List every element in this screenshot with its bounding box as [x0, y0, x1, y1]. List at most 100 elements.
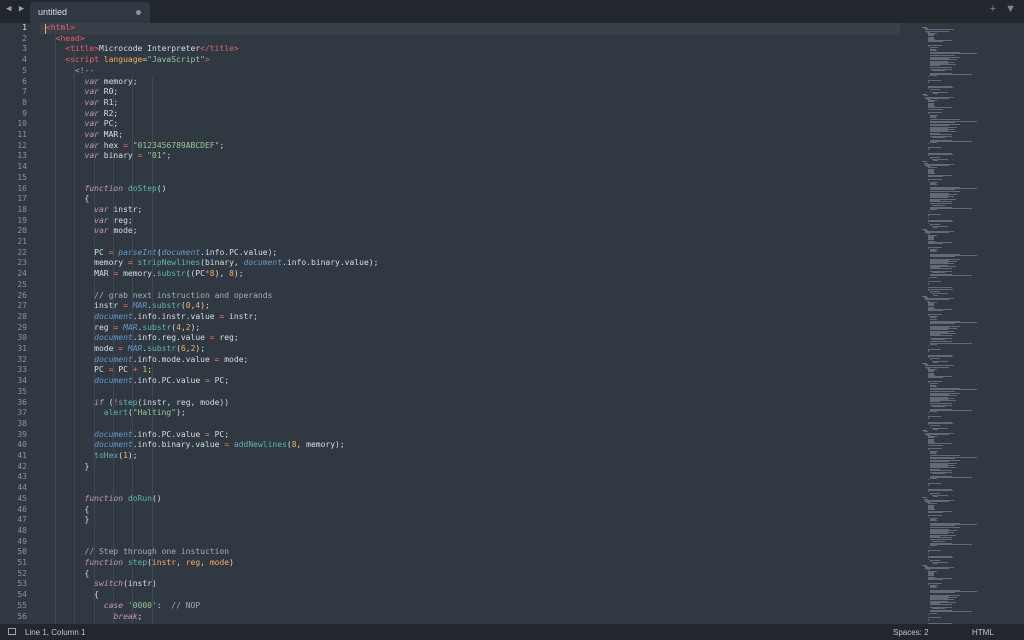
code-line[interactable]: } — [46, 515, 90, 526]
code-line[interactable]: switch(instr) — [46, 579, 157, 590]
code-line[interactable]: mode = MAR.substr(6,2); — [46, 344, 205, 355]
indentation-setting[interactable]: Spaces: 2 — [893, 628, 929, 637]
code-line[interactable]: document.info.reg.value = reg; — [46, 333, 239, 344]
line-number: 31 — [17, 344, 27, 353]
code-line[interactable]: if (!step(instr, reg, mode)) — [46, 398, 229, 409]
code-line[interactable]: function step(instr, reg, mode) — [46, 558, 234, 569]
minimap-line — [930, 268, 953, 270]
code-line[interactable]: { — [46, 505, 90, 516]
minimap-line — [928, 154, 954, 156]
code-line[interactable]: // grab next instruction and operands — [46, 291, 272, 302]
code-line[interactable]: document.info.PC.value = PC; — [46, 376, 229, 387]
minimap-line — [931, 70, 946, 72]
code-line[interactable]: break; — [46, 612, 142, 623]
code-line[interactable]: var R1; — [46, 98, 119, 109]
minimap-line — [930, 469, 953, 471]
code-line[interactable]: var hex = "0123456789ABCDEF"; — [46, 141, 225, 152]
code-line[interactable]: document.info.instr.value = instr; — [46, 312, 258, 323]
minimap-line — [930, 156, 941, 158]
syntax-selector[interactable]: HTML — [972, 628, 994, 637]
code-line[interactable]: alert("Halting"); — [46, 408, 186, 419]
tab-untitled[interactable]: untitled — [30, 2, 150, 23]
code-line[interactable]: <!-- — [46, 66, 94, 77]
minimap-line — [928, 377, 943, 379]
cursor-position[interactable]: Line 1, Column 1 — [25, 628, 85, 637]
line-number: 28 — [17, 311, 27, 321]
minimap-line — [928, 143, 930, 145]
code-line[interactable]: toHex(1); — [46, 451, 137, 462]
code-line[interactable]: document.info.mode.value = mode; — [46, 355, 248, 366]
minimap-line — [928, 283, 930, 285]
code-line[interactable]: instr = MAR.substr(0,4); — [46, 301, 210, 312]
code-line[interactable]: var binary = "01"; — [46, 151, 172, 162]
line-number: 5 — [22, 65, 27, 75]
minimap-line — [928, 617, 942, 619]
code-line[interactable]: <html> — [46, 23, 75, 34]
line-number: 37 — [17, 408, 27, 418]
minimap-line — [928, 511, 943, 513]
code-line[interactable]: document.info.binary.value = addNewlines… — [46, 440, 345, 451]
code-line[interactable]: var instr; — [46, 205, 142, 216]
code-line[interactable]: var MAR; — [46, 130, 124, 141]
code-line[interactable]: reg = MAR.substr(4,2); — [46, 323, 200, 334]
code-line[interactable]: <title>Microcode Interpreter</title> — [46, 44, 238, 55]
minimap-line — [928, 348, 942, 350]
line-number: 10 — [17, 119, 27, 129]
line-number: 47 — [17, 515, 27, 525]
code-line[interactable]: <script language="JavaScript"> — [46, 55, 210, 66]
code-line[interactable]: var reg; — [46, 216, 133, 227]
minimap-line — [933, 496, 938, 498]
minimap-line — [928, 479, 930, 481]
minimap-line — [933, 563, 938, 565]
code-editor[interactable]: <html> <head> <title>Microcode Interpret… — [46, 23, 906, 624]
code-line[interactable]: var R0; — [46, 87, 119, 98]
line-number: 21 — [17, 237, 27, 246]
line-number: 9 — [22, 108, 27, 118]
code-line[interactable]: var PC; — [46, 119, 119, 130]
tab-title: untitled — [38, 7, 68, 17]
tab-nav-arrows-icon[interactable]: ◀ ▶ — [6, 4, 25, 14]
line-number: 26 — [17, 290, 27, 300]
line-number: 7 — [22, 87, 27, 97]
code-line[interactable]: { — [46, 590, 99, 601]
minimap-line — [931, 607, 946, 609]
code-line[interactable]: PC = parseInt(document.info.PC.value); — [46, 248, 277, 259]
code-line[interactable]: var R2; — [46, 109, 119, 120]
code-line[interactable]: } — [46, 462, 90, 473]
code-line[interactable]: document.info.PC.value = PC; — [46, 430, 229, 441]
tab-bar: ◀ ▶ untitled + ▼ — [0, 0, 1024, 23]
unsaved-dot-icon[interactable] — [136, 10, 141, 15]
code-line[interactable]: { — [46, 569, 90, 580]
line-number: 13 — [17, 151, 27, 161]
line-number: 14 — [17, 162, 27, 172]
minimap-line — [928, 179, 942, 181]
line-number: 33 — [17, 365, 27, 375]
line-number: 50 — [17, 547, 27, 557]
minimap[interactable] — [916, 23, 1016, 624]
code-line[interactable]: { — [46, 194, 90, 205]
code-line[interactable]: // Step through one instuction — [46, 547, 230, 558]
code-line[interactable]: MAR = memory.substr((PC*8), 8); — [46, 269, 243, 280]
code-line[interactable]: function doRun() — [46, 494, 162, 505]
code-line[interactable]: var mode; — [46, 226, 137, 237]
line-number: 25 — [17, 279, 27, 289]
code-line[interactable]: var memory; — [46, 77, 138, 88]
minimap-line — [931, 406, 946, 408]
code-line[interactable]: memory = stripNewlines(binary, document.… — [46, 258, 378, 269]
line-number: 2 — [22, 33, 27, 43]
panel-toggle-icon[interactable] — [8, 628, 16, 635]
line-number: 3 — [22, 44, 27, 54]
minimap-line — [930, 604, 953, 606]
tab-menu-chevron-icon[interactable]: ▼ — [1005, 3, 1016, 15]
code-line[interactable]: PC = PC + 1; — [46, 365, 152, 376]
code-line[interactable]: <head> — [46, 34, 85, 45]
code-line[interactable]: case '0000': // NOP — [46, 601, 200, 612]
new-tab-plus-icon[interactable]: + — [990, 3, 996, 15]
minimap-line — [928, 87, 954, 88]
minimap-line — [933, 294, 938, 296]
minimap-line — [928, 345, 930, 346]
minimap-line — [930, 223, 941, 225]
code-line[interactable]: function doStep() — [46, 184, 167, 195]
minimap-line — [930, 390, 955, 392]
minimap-line — [928, 579, 943, 580]
